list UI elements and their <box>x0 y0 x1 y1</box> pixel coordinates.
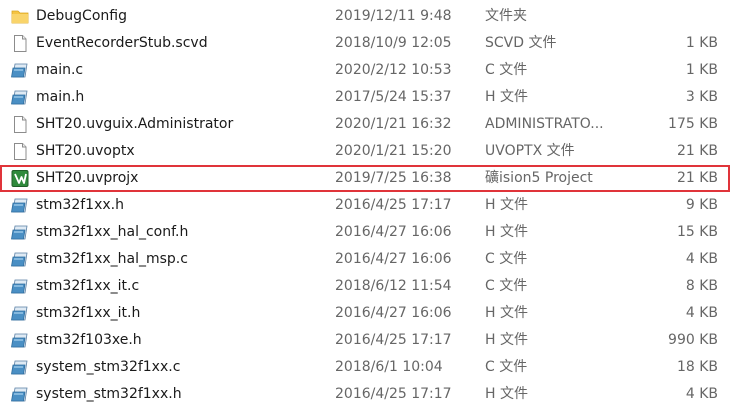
file-name: system_stm32f1xx.c <box>36 359 181 375</box>
file-date: 2019/7/25 16:38 <box>335 170 452 186</box>
source-file-icon <box>11 332 29 349</box>
file-name: stm32f1xx_it.c <box>36 278 140 294</box>
blank-file-icon <box>11 35 29 52</box>
file-date: 2017/5/24 15:37 <box>335 89 452 105</box>
source-file-icon <box>11 197 29 214</box>
file-type: C 文件 <box>485 251 528 267</box>
source-file-icon <box>11 359 29 376</box>
source-file-icon <box>11 278 29 295</box>
file-type: H 文件 <box>485 305 528 321</box>
file-name: main.h <box>36 89 85 105</box>
file-row[interactable]: SHT20.uvguix.Administrator 2020/1/21 16:… <box>0 111 730 138</box>
file-type: H 文件 <box>485 197 528 213</box>
file-type: C 文件 <box>485 278 528 294</box>
file-name: system_stm32f1xx.h <box>36 386 182 402</box>
file-date: 2016/4/25 17:17 <box>335 332 452 348</box>
file-size: 990 KB <box>668 332 718 348</box>
file-name: EventRecorderStub.scvd <box>36 35 208 51</box>
file-size: 15 KB <box>676 224 718 240</box>
file-row[interactable]: stm32f1xx_hal_msp.c 2016/4/27 16:06 C 文件… <box>0 246 730 273</box>
file-row[interactable]: SHT20.uvoptx 2020/1/21 15:20 UVOPTX 文件 2… <box>0 138 730 165</box>
file-date: 2016/4/25 17:17 <box>335 197 452 213</box>
file-type: UVOPTX 文件 <box>485 143 575 159</box>
source-file-icon <box>11 89 29 106</box>
file-date: 2016/4/27 16:06 <box>335 305 452 321</box>
file-name: stm32f1xx_it.h <box>36 305 141 321</box>
file-row[interactable]: system_stm32f1xx.c 2018/6/1 10:04 C 文件 1… <box>0 354 730 381</box>
file-size: 21 KB <box>676 143 718 159</box>
file-date: 2020/1/21 15:20 <box>335 143 452 159</box>
file-date: 2020/1/21 16:32 <box>335 116 452 132</box>
file-name: SHT20.uvprojx <box>36 170 139 186</box>
file-row[interactable]: EventRecorderStub.scvd 2018/10/9 12:05 S… <box>0 30 730 57</box>
file-size: 1 KB <box>685 35 718 51</box>
folder-icon <box>11 8 29 25</box>
file-size: 4 KB <box>685 386 718 402</box>
source-file-icon <box>11 305 29 322</box>
file-size: 9 KB <box>685 197 718 213</box>
file-row[interactable]: system_stm32f1xx.h 2016/4/25 17:17 H 文件 … <box>0 381 730 408</box>
source-file-icon <box>11 62 29 79</box>
file-name: SHT20.uvoptx <box>36 143 135 159</box>
file-date: 2019/12/11 9:48 <box>335 8 452 24</box>
file-date: 2020/2/12 10:53 <box>335 62 452 78</box>
file-row[interactable]: stm32f1xx_it.c 2018/6/12 11:54 C 文件 8 KB <box>0 273 730 300</box>
file-size: 4 KB <box>685 305 718 321</box>
file-row[interactable]: stm32f1xx_it.h 2016/4/27 16:06 H 文件 4 KB <box>0 300 730 327</box>
file-size: 1 KB <box>685 62 718 78</box>
file-type: ADMINISTRATO... <box>485 116 604 132</box>
blank-file-icon <box>11 116 29 133</box>
source-file-icon <box>11 386 29 403</box>
blank-file-icon <box>11 143 29 160</box>
file-row[interactable]: stm32f103xe.h 2016/4/25 17:17 H 文件 990 K… <box>0 327 730 354</box>
file-size: 18 KB <box>676 359 718 375</box>
file-date: 2018/6/12 11:54 <box>335 278 452 294</box>
file-name: stm32f1xx_hal_msp.c <box>36 251 188 267</box>
file-size: 21 KB <box>676 170 718 186</box>
file-name: main.c <box>36 62 84 78</box>
source-file-icon <box>11 251 29 268</box>
file-type: H 文件 <box>485 89 528 105</box>
file-type: C 文件 <box>485 62 528 78</box>
file-name: DebugConfig <box>36 8 127 24</box>
source-file-icon <box>11 224 29 241</box>
file-size: 3 KB <box>685 89 718 105</box>
file-type: 文件夹 <box>485 8 527 24</box>
file-type: H 文件 <box>485 386 528 402</box>
file-name: stm32f1xx.h <box>36 197 124 213</box>
file-row-selected[interactable]: SHT20.uvprojx 2019/7/25 16:38 礦ision5 Pr… <box>0 165 730 192</box>
file-size: 4 KB <box>685 251 718 267</box>
file-row[interactable]: stm32f1xx.h 2016/4/25 17:17 H 文件 9 KB <box>0 192 730 219</box>
file-size: 8 KB <box>685 278 718 294</box>
file-date: 2016/4/25 17:17 <box>335 386 452 402</box>
file-name: stm32f1xx_hal_conf.h <box>36 224 189 240</box>
file-date: 2016/4/27 16:06 <box>335 251 452 267</box>
file-row[interactable]: main.h 2017/5/24 15:37 H 文件 3 KB <box>0 84 730 111</box>
file-size: 175 KB <box>668 116 718 132</box>
file-row[interactable]: DebugConfig 2019/12/11 9:48 文件夹 <box>0 3 730 30</box>
file-date: 2018/10/9 12:05 <box>335 35 452 51</box>
file-row[interactable]: main.c 2020/2/12 10:53 C 文件 1 KB <box>0 57 730 84</box>
file-date: 2016/4/27 16:06 <box>335 224 452 240</box>
file-type: SCVD 文件 <box>485 35 557 51</box>
file-type: 礦ision5 Project <box>485 170 593 186</box>
file-row[interactable]: stm32f1xx_hal_conf.h 2016/4/27 16:06 H 文… <box>0 219 730 246</box>
file-type: C 文件 <box>485 359 528 375</box>
file-type: H 文件 <box>485 332 528 348</box>
file-type: H 文件 <box>485 224 528 240</box>
file-list: DebugConfig 2019/12/11 9:48 文件夹 EventRec… <box>0 3 730 408</box>
file-name: SHT20.uvguix.Administrator <box>36 116 234 132</box>
file-name: stm32f103xe.h <box>36 332 142 348</box>
file-date: 2018/6/1 10:04 <box>335 359 443 375</box>
keil-project-icon <box>11 170 29 187</box>
